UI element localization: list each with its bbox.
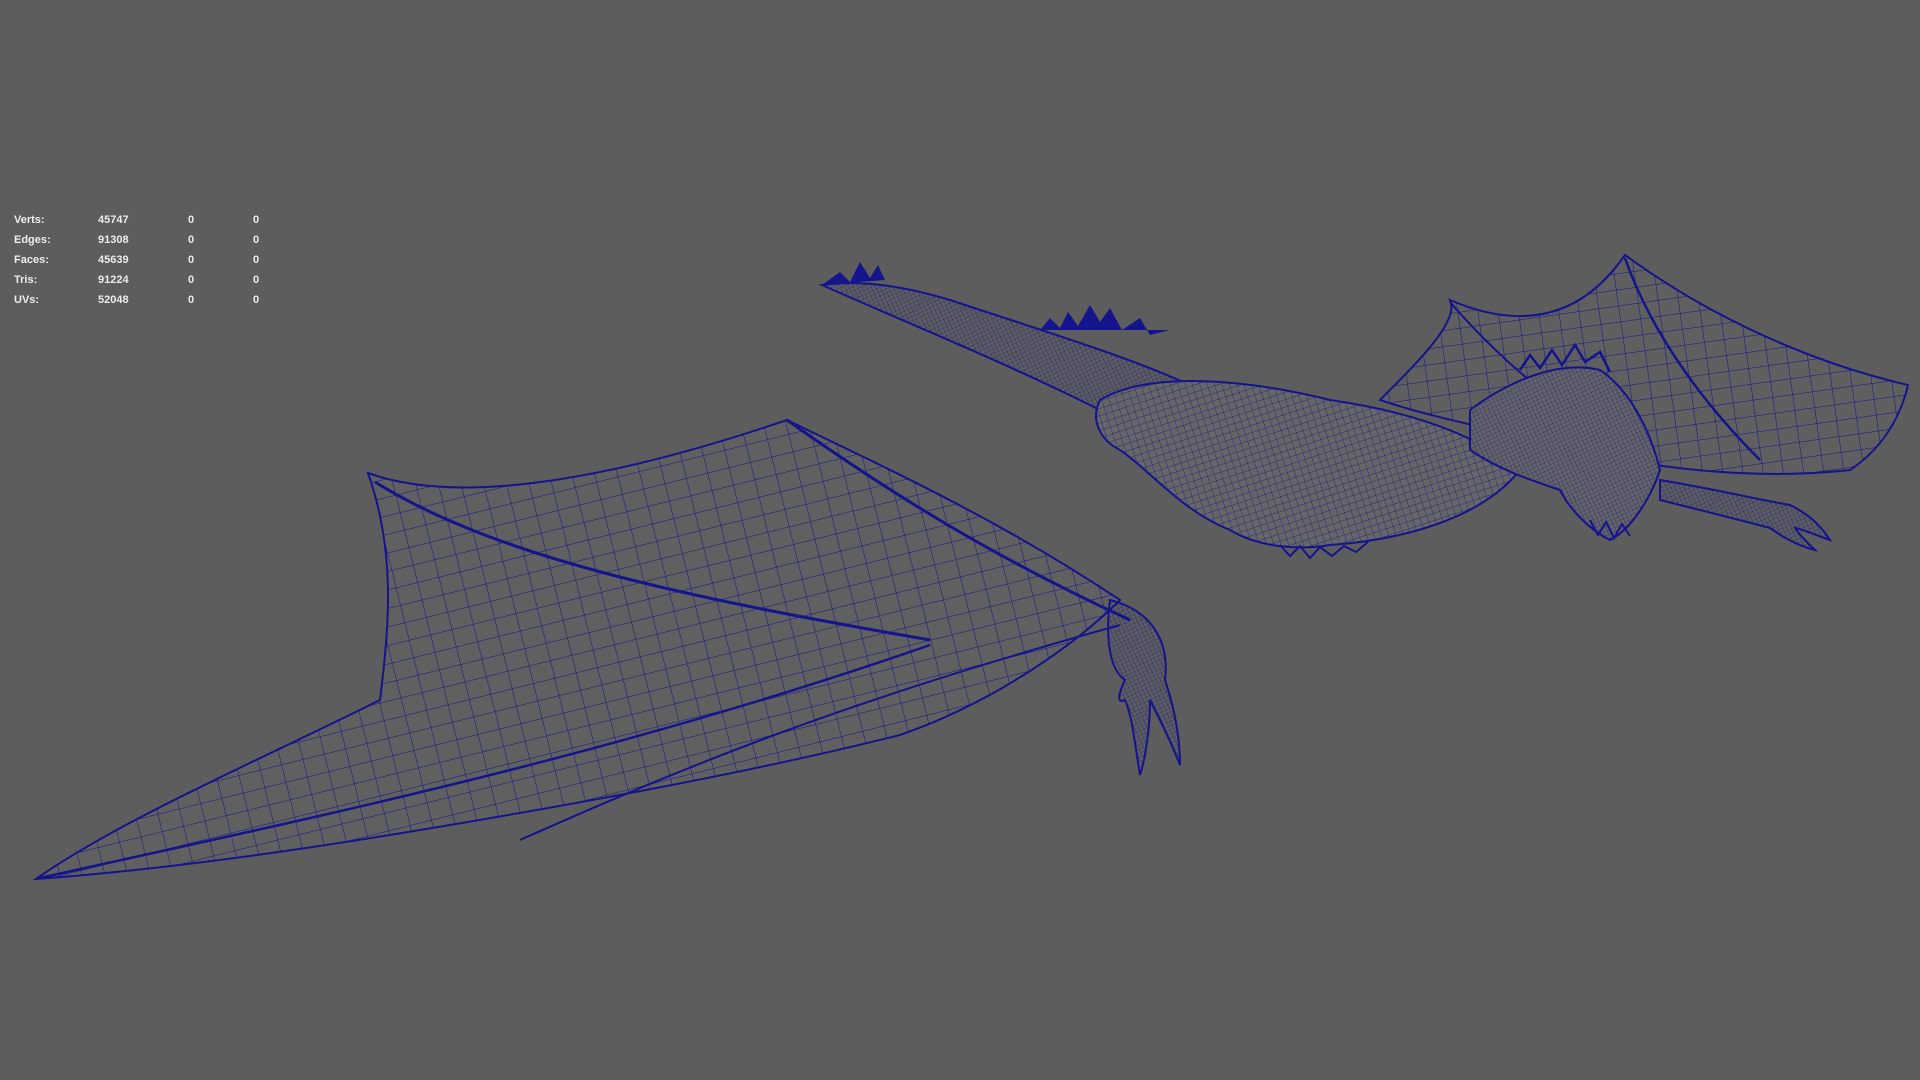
hud-total: 45639 bbox=[98, 254, 129, 266]
hud-label: Faces: bbox=[14, 254, 49, 266]
hud-total: 91308 bbox=[98, 234, 129, 246]
hud-label: Tris: bbox=[14, 274, 38, 286]
dragon-wireframe-model[interactable] bbox=[0, 0, 1920, 1080]
hud-selected: 0 bbox=[188, 254, 195, 266]
hud-third: 0 bbox=[253, 234, 260, 246]
hud-label: UVs: bbox=[14, 294, 40, 306]
hud-selected: 0 bbox=[188, 214, 195, 226]
right-claw bbox=[1659, 478, 1833, 552]
hud-selected: 0 bbox=[188, 234, 195, 246]
hud-third: 0 bbox=[253, 294, 260, 306]
hud-total: 91224 bbox=[98, 274, 129, 286]
hud-selected: 0 bbox=[188, 274, 195, 286]
hud-total: 52048 bbox=[98, 294, 129, 306]
hud-third: 0 bbox=[253, 254, 260, 266]
hud-third: 0 bbox=[253, 274, 260, 286]
hud-third: 0 bbox=[253, 214, 260, 226]
hud-selected: 0 bbox=[188, 294, 195, 306]
left-claw bbox=[1107, 598, 1181, 776]
hud-label: Verts: bbox=[14, 214, 45, 226]
hud-label: Edges: bbox=[14, 234, 51, 246]
left-wing bbox=[32, 418, 1131, 881]
3d-viewport[interactable]: Verts: 45747 0 0 Edges: 91308 0 0 Faces:… bbox=[0, 0, 1920, 1080]
hud-total: 45747 bbox=[98, 214, 129, 226]
